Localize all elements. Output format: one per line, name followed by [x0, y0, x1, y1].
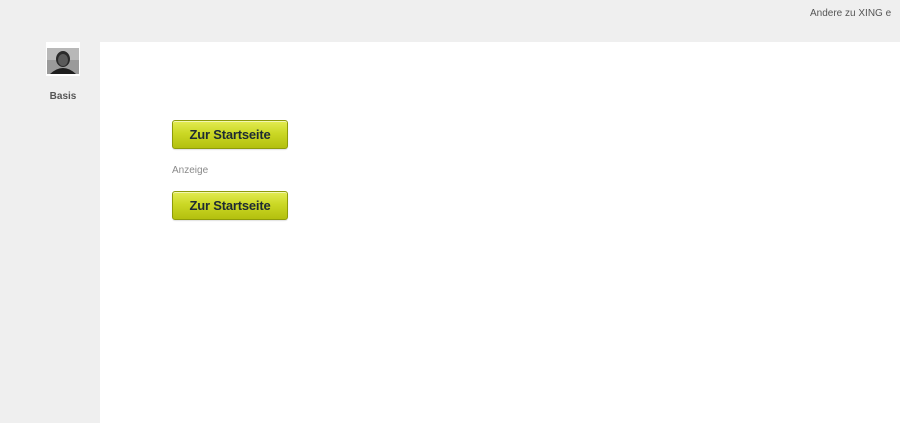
home-button-secondary[interactable]: Zur Startseite	[172, 191, 288, 220]
home-button-primary[interactable]: Zur Startseite	[172, 120, 288, 149]
avatar[interactable]	[46, 42, 80, 76]
page: Andere zu XING e Basis Zur Startseite An…	[0, 0, 900, 423]
profile-sidebar: Basis	[46, 42, 80, 102]
content-panel: Zur Startseite Anzeige Zur Startseite	[100, 42, 900, 423]
ad-label: Anzeige	[172, 165, 209, 176]
invite-others-link[interactable]: Andere zu XING e	[810, 8, 900, 19]
user-photo-icon	[46, 42, 80, 76]
membership-level-label: Basis	[49, 91, 77, 102]
